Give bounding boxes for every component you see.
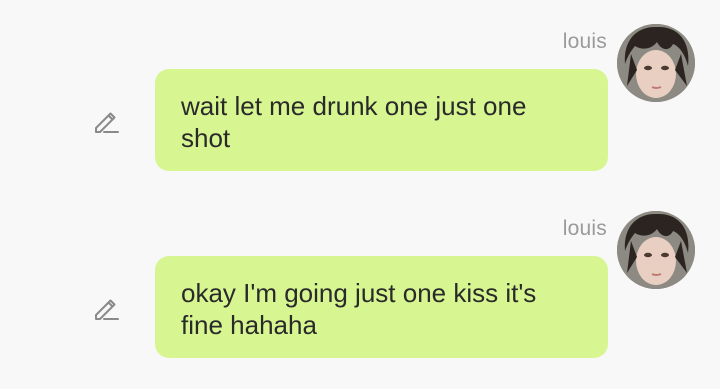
sender-avatar[interactable]	[617, 211, 695, 289]
message-row: louis wait let me drunk one just one sho…	[0, 0, 720, 187]
message-row: louis okay I'm going just one kiss it's …	[0, 187, 720, 374]
edit-message-button[interactable]	[92, 108, 120, 136]
avatar-image	[617, 24, 695, 102]
sender-avatar[interactable]	[617, 24, 695, 102]
chat-thread: louis wait let me drunk one just one sho…	[0, 0, 720, 389]
message-text: wait let me drunk one just one shot	[181, 91, 527, 153]
message-bubble[interactable]: okay I'm going just one kiss it's fine h…	[155, 256, 608, 358]
avatar-image	[617, 211, 695, 289]
pencil-edit-icon	[95, 299, 119, 320]
sender-name: louis	[562, 30, 607, 53]
message-text: okay I'm going just one kiss it's fine h…	[181, 278, 537, 340]
edit-message-button[interactable]	[92, 295, 120, 323]
pencil-edit-icon	[95, 112, 119, 133]
sender-name: louis	[562, 217, 607, 240]
message-bubble[interactable]: wait let me drunk one just one shot	[155, 69, 608, 171]
